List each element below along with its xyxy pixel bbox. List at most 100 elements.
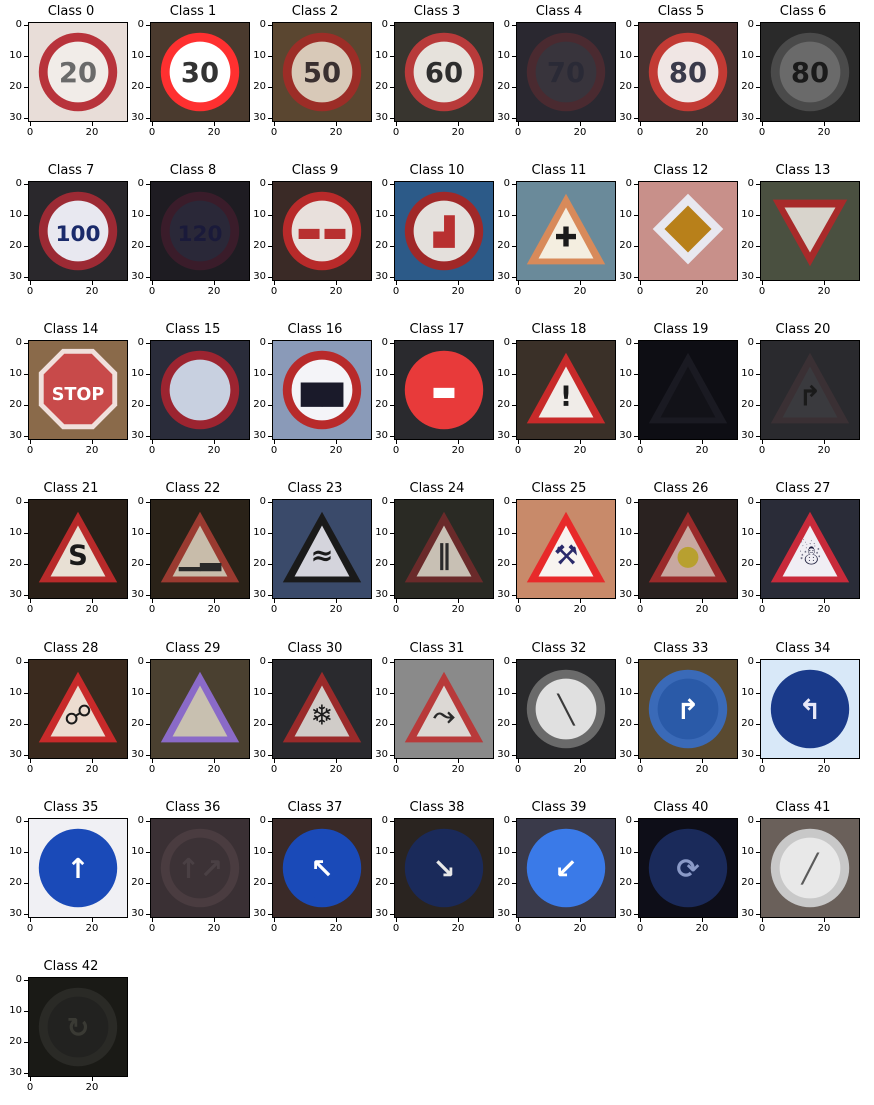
x-tick-label: 20: [695, 286, 709, 297]
x-tick-label: 20: [451, 923, 465, 934]
y-tick: [756, 184, 760, 185]
y-tick: [512, 343, 516, 344]
y-tick: [390, 533, 394, 534]
y-tick: [512, 246, 516, 247]
y-tick: [24, 277, 28, 278]
x-tick: [274, 599, 275, 603]
panel-title: Class 13: [775, 163, 831, 178]
y-tick-label: 30: [253, 430, 266, 441]
class-panel: Class 31 ⤳ 0 10 20 30 0 20: [366, 637, 494, 787]
y-tick-label: 10: [375, 50, 388, 61]
x-tick: [518, 918, 519, 922]
y-tick: [756, 56, 760, 57]
y-tick-label: 20: [253, 558, 266, 569]
panel-title: Class 7: [47, 163, 95, 178]
sign-image: 50: [272, 22, 372, 122]
y-tick: [390, 564, 394, 565]
y-tick-label: 20: [9, 718, 22, 729]
svg-text:≈: ≈: [311, 541, 334, 572]
sign-image: ▬: [394, 340, 494, 440]
y-tick-label: 20: [375, 399, 388, 410]
y-tick: [390, 277, 394, 278]
y-tick-label: 30: [253, 908, 266, 919]
y-tick-label: 0: [259, 656, 266, 667]
y-tick-label: 10: [9, 527, 22, 538]
class-panel: Class 34 ↰ 0 10 20 30 0 20: [732, 637, 860, 787]
y-tick: [634, 662, 638, 663]
y-tick: [24, 184, 28, 185]
svg-text:30: 30: [181, 58, 219, 89]
class-panel: Class 12 0 10 20 30 0 20: [610, 159, 738, 309]
y-tick: [512, 56, 516, 57]
sign-image: ▬▬: [272, 181, 372, 281]
sign-image: ╱: [760, 818, 860, 918]
svg-text:⤳: ⤳: [433, 701, 455, 732]
y-tick: [756, 277, 760, 278]
x-tick: [458, 440, 459, 444]
y-tick-label: 0: [381, 815, 388, 826]
x-tick: [518, 122, 519, 126]
x-tick-label: 0: [392, 764, 400, 775]
y-tick-label: 20: [375, 240, 388, 251]
y-tick-label: 10: [253, 846, 266, 857]
x-tick-label: 20: [451, 604, 465, 615]
y-tick-label: 30: [375, 430, 388, 441]
x-tick: [640, 918, 641, 922]
y-tick: [24, 343, 28, 344]
class-panel: Class 39 ↙ 0 10 20 30 0 20: [488, 796, 616, 946]
y-tick-label: 30: [131, 430, 144, 441]
x-tick: [30, 281, 31, 285]
y-tick-label: 10: [497, 368, 510, 379]
x-tick-label: 0: [392, 445, 400, 456]
x-tick: [92, 759, 93, 763]
y-tick: [390, 25, 394, 26]
y-tick-label: 30: [375, 749, 388, 760]
y-tick: [146, 821, 150, 822]
y-tick-label: 20: [619, 718, 632, 729]
y-tick-label: 30: [741, 271, 754, 282]
y-tick-label: 10: [9, 368, 22, 379]
y-tick: [146, 724, 150, 725]
x-tick-label: 0: [148, 923, 156, 934]
y-tick-label: 10: [9, 1005, 22, 1016]
y-tick: [268, 118, 272, 119]
y-tick-label: 10: [131, 209, 144, 220]
x-tick: [458, 122, 459, 126]
class-panel: Class 17 ▬ 0 10 20 30 0 20: [366, 318, 494, 468]
x-tick-label: 20: [85, 764, 99, 775]
x-tick-label: 0: [514, 445, 522, 456]
y-tick: [268, 564, 272, 565]
y-tick: [634, 883, 638, 884]
sign-image: ↑↗: [150, 818, 250, 918]
sign-image: 120: [150, 181, 250, 281]
y-tick: [24, 25, 28, 26]
x-tick-label: 0: [26, 604, 34, 615]
y-tick: [390, 883, 394, 884]
y-tick: [268, 821, 272, 822]
y-tick-label: 30: [497, 112, 510, 123]
x-tick-label: 0: [514, 127, 522, 138]
y-tick: [512, 693, 516, 694]
y-tick-label: 0: [137, 815, 144, 826]
class-panel: Class 0 20 0 10 20 30 0 20: [0, 0, 128, 150]
sign-image: [150, 340, 250, 440]
y-tick-label: 30: [619, 112, 632, 123]
panel-title: Class 40: [653, 800, 709, 815]
x-tick: [92, 281, 93, 285]
y-tick: [390, 914, 394, 915]
y-tick: [512, 595, 516, 596]
y-tick-label: 30: [375, 271, 388, 282]
y-tick-label: 0: [625, 496, 632, 507]
x-tick: [640, 440, 641, 444]
y-tick-label: 0: [503, 815, 510, 826]
y-tick: [756, 595, 760, 596]
y-tick: [24, 405, 28, 406]
svg-text:▬▬: ▬▬: [296, 217, 348, 248]
svg-text:↑↗: ↑↗: [177, 854, 223, 885]
y-tick-label: 10: [131, 687, 144, 698]
sign-image: ↱: [760, 340, 860, 440]
panel-title: Class 42: [43, 959, 99, 974]
y-tick-label: 20: [741, 240, 754, 251]
svg-text:↙: ↙: [555, 854, 578, 885]
x-tick: [824, 918, 825, 922]
